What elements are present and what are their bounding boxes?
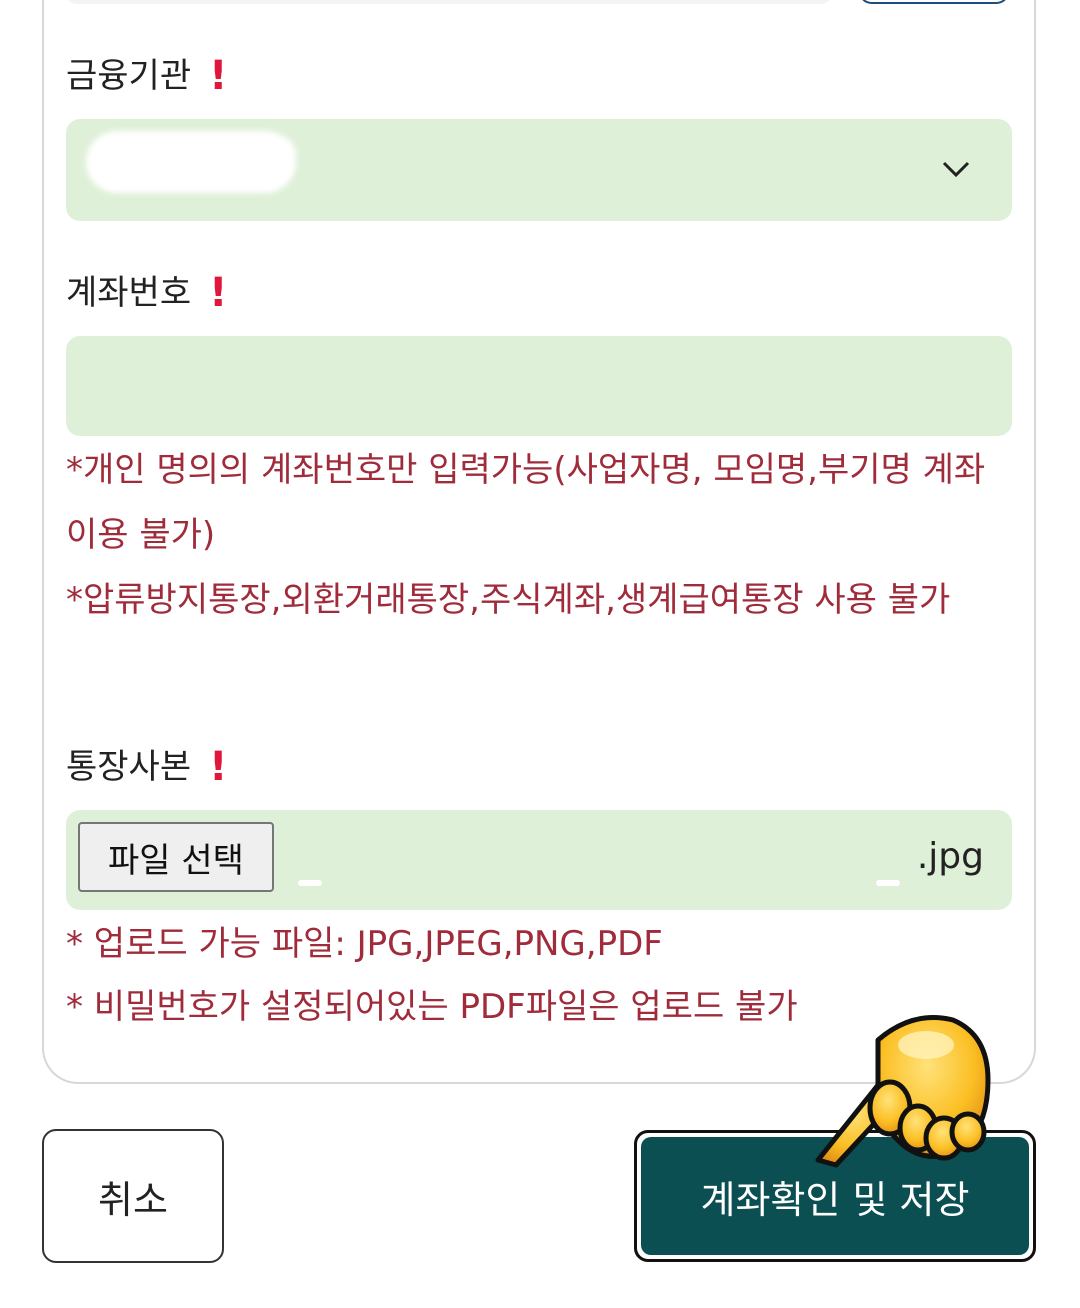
bank-select[interactable]	[66, 119, 1012, 221]
bank-label: 금융기관 !	[66, 53, 228, 99]
account-number-input[interactable]	[66, 336, 1012, 436]
bankbook-label: 통장사본 !	[66, 744, 228, 790]
previous-button-remnant[interactable]	[858, 0, 1010, 4]
previous-field-remnant	[66, 0, 832, 4]
chevron-down-icon	[942, 161, 970, 178]
selected-file-name: .jpg	[916, 836, 984, 877]
masked-bank-name	[86, 131, 296, 193]
file-upload-field[interactable]: 파일 선택 .jpg	[66, 810, 1012, 910]
cancel-button[interactable]: 취소	[42, 1129, 224, 1263]
required-mark: !	[209, 270, 228, 316]
pointing-hand-icon	[815, 1015, 991, 1168]
account-notice-1: *개인 명의의 계좌번호만 입력가능(사업자명, 모임명,부기명 계좌 이용 불…	[66, 450, 986, 555]
choose-file-button[interactable]: 파일 선택	[78, 822, 274, 892]
required-mark: !	[209, 744, 228, 790]
account-notice-2: *압류방지통장,외환거래통장,주식계좌,생계급여통장 사용 불가	[66, 580, 951, 620]
account-label: 계좌번호 !	[66, 270, 228, 316]
upload-notice-1: * 업로드 가능 파일: JPG,JPEG,PNG,PDF	[66, 924, 663, 964]
required-mark: !	[209, 53, 228, 99]
